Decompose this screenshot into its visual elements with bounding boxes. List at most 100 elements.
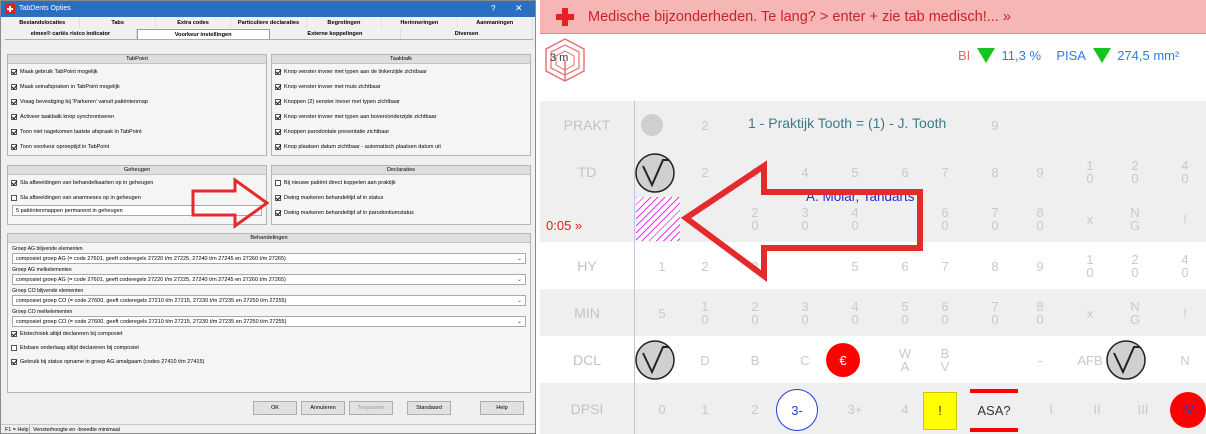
checkbox-row[interactable]: Dwing markeren behandeltijd af in status bbox=[272, 190, 530, 205]
check-root-icon[interactable] bbox=[1105, 339, 1147, 381]
tab-particuliere-declaraties[interactable]: Particuliere declaraties bbox=[231, 18, 307, 28]
tab-bestandslocaties[interactable]: Bestandslocaties bbox=[5, 18, 81, 28]
ok-button[interactable]: OK bbox=[253, 401, 297, 415]
checkbox[interactable] bbox=[275, 194, 281, 201]
tab-herinneringen[interactable]: Herinneringen bbox=[382, 18, 458, 28]
tooth-number: 10 bbox=[701, 299, 709, 327]
medical-banner[interactable]: Medische bijzonderheden. Te lang? > ente… bbox=[540, 0, 1206, 34]
checkbox[interactable] bbox=[11, 128, 17, 135]
tab-diversen[interactable]: Diversen bbox=[401, 29, 533, 39]
tab-begrotingen[interactable]: Begrotingen bbox=[307, 18, 383, 28]
checkbox-row[interactable]: Knop venster invoer met muis zichtbaar bbox=[272, 79, 530, 94]
checkbox[interactable] bbox=[11, 194, 17, 201]
tooth-number: 30 bbox=[801, 299, 809, 327]
tooth-number: x bbox=[1086, 306, 1094, 321]
help-button[interactable]: Help bbox=[480, 401, 524, 415]
checkbox-row[interactable]: Activeer taakbalk knop synchroniseren bbox=[8, 109, 266, 124]
dcl-code[interactable]: B V bbox=[920, 347, 970, 373]
checkbox[interactable] bbox=[11, 359, 17, 365]
dpsi-score[interactable]: II bbox=[1072, 403, 1122, 416]
checkbox-label: Dwing markeren behandeltijd af in status bbox=[284, 194, 384, 201]
checkbox-row[interactable]: Bij nieuwe patiënt direct koppelen aan p… bbox=[272, 175, 530, 190]
check-root-icon[interactable] bbox=[634, 152, 676, 194]
dpsi-score[interactable]: 3+ bbox=[830, 403, 880, 416]
checkbox[interactable] bbox=[275, 113, 281, 120]
dpsi-score[interactable]: III bbox=[1118, 403, 1168, 416]
checkbox-row[interactable]: Etsbare onderlaag altijd declareren bij … bbox=[8, 341, 530, 355]
checkbox[interactable] bbox=[11, 113, 17, 120]
checkbox-row[interactable]: Knop plaatsen datum zichtbaar - automati… bbox=[272, 139, 530, 154]
tooth-number: 70 bbox=[991, 205, 999, 233]
checkbox[interactable] bbox=[11, 143, 17, 150]
checkbox-label: Etsbare onderlaag altijd declareren bij … bbox=[20, 345, 139, 351]
checkbox-row[interactable]: Dwing markeren behandeltijd af in parodo… bbox=[272, 205, 530, 220]
checkbox-row[interactable]: Maak gebruik TabPoint mogelijk bbox=[8, 64, 266, 79]
checkbox[interactable] bbox=[275, 68, 281, 75]
checkbox-row[interactable]: Knop venster invoer met typen aan boven/… bbox=[272, 109, 530, 124]
checkbox-row[interactable]: Knoppen (2) venster invoer met typen zic… bbox=[272, 94, 530, 109]
close-icon[interactable]: ✕ bbox=[515, 3, 523, 14]
tab-aanmaningen[interactable]: Aanmaningen bbox=[458, 18, 533, 28]
checkbox-row[interactable]: Vraag bevestiging bij 'Parkeren' vanuit … bbox=[8, 94, 266, 109]
check-root-icon[interactable] bbox=[634, 339, 676, 381]
tooth-number: 80 bbox=[1036, 205, 1044, 233]
checkbox-row[interactable]: Etstechniek altijd declareren bij compos… bbox=[8, 327, 530, 341]
checkbox-row[interactable]: Knoppen parodontale presentatie zichtbaa… bbox=[272, 124, 530, 139]
dcl-code[interactable]: N bbox=[1160, 354, 1206, 367]
checkbox[interactable] bbox=[275, 209, 281, 216]
checkbox[interactable] bbox=[275, 98, 281, 105]
tab-tabs[interactable]: Tabs bbox=[80, 18, 156, 28]
recall-label: 3 m bbox=[550, 52, 569, 64]
checkbox[interactable] bbox=[275, 143, 281, 150]
tooth-number: 20 bbox=[1131, 252, 1139, 280]
checkbox-row[interactable]: Knop venster invoer met typen aan de lin… bbox=[272, 64, 530, 79]
checkbox[interactable] bbox=[11, 83, 17, 90]
bi-down-icon bbox=[976, 48, 995, 64]
tooth-number: 60 bbox=[941, 205, 949, 233]
checkbox[interactable] bbox=[275, 179, 281, 186]
help-icon[interactable]: ? bbox=[491, 4, 495, 13]
tab-externe-koppelingen[interactable]: Externe koppelingen bbox=[270, 29, 402, 39]
tooth-number: 20 bbox=[751, 299, 759, 327]
chevron-down-icon: ⌄ bbox=[516, 277, 522, 283]
dcl-code[interactable]: - bbox=[1015, 354, 1065, 367]
checkbox-row[interactable]: Gebruik bij status opname in groep AG am… bbox=[8, 355, 530, 369]
chevron-down-icon: ⌄ bbox=[516, 319, 522, 325]
dpsi-score[interactable]: I bbox=[1026, 403, 1076, 416]
dcl-code[interactable]: D bbox=[680, 354, 730, 367]
group-label: Groep CO blijvende elementen bbox=[12, 288, 84, 294]
checkbox-row[interactable]: Toon voorkeur oproeptijd in TabPoint bbox=[8, 139, 266, 154]
periodontal-metrics: BI 11,3 % PISA 274,5 mm² bbox=[958, 47, 1179, 67]
asa-label[interactable]: ASA? bbox=[970, 396, 1018, 426]
checkbox[interactable] bbox=[11, 68, 17, 75]
apply-button[interactable]: Toepassen bbox=[349, 401, 393, 415]
checkbox[interactable] bbox=[11, 179, 17, 186]
treatment-select[interactable]: composiet groep CO (= code 27600, geeft … bbox=[12, 316, 526, 327]
dcl-code[interactable]: B bbox=[730, 354, 780, 367]
tab-elmex[interactable]: elmex® cariës risico indicator bbox=[5, 29, 137, 39]
tooth-number: 8 bbox=[991, 259, 999, 274]
group-label: Groep AG blijvende elementen bbox=[12, 246, 83, 252]
cancel-button[interactable]: Annuleren bbox=[301, 401, 345, 415]
treatment-select[interactable]: composiet groep AG (= code 27601, geeft … bbox=[12, 274, 526, 285]
status-dot[interactable] bbox=[641, 114, 663, 136]
warning-badge[interactable]: ! bbox=[923, 392, 957, 430]
checkbox[interactable] bbox=[11, 345, 17, 351]
treatment-select[interactable]: composiet groep CO (= code 27600, geeft … bbox=[12, 295, 526, 306]
treatment-select[interactable]: composiet groep AG (= code 27601, geeft … bbox=[12, 253, 526, 264]
checkbox-row[interactable]: Maak seinafspraken in TabPoint mogelijk bbox=[8, 79, 266, 94]
tab-voorkeur-instellingen[interactable]: Voorkeur instellingen bbox=[136, 29, 270, 39]
hatched-cell[interactable] bbox=[636, 197, 680, 241]
checkbox[interactable] bbox=[11, 98, 17, 105]
tab-extra-codes[interactable]: Extra codes bbox=[156, 18, 232, 28]
checkbox[interactable] bbox=[275, 128, 281, 135]
checkbox[interactable] bbox=[11, 331, 17, 337]
tooth-number: 10 bbox=[1086, 158, 1094, 186]
checkbox[interactable] bbox=[275, 83, 281, 90]
checkbox-row[interactable]: Toon niet nagekomen laatste afspraak in … bbox=[8, 124, 266, 139]
dpsi-score[interactable]: 1 bbox=[680, 403, 730, 416]
default-button[interactable]: Standaard bbox=[407, 401, 451, 415]
checkbox-label: Toon voorkeur oproeptijd in TabPoint bbox=[20, 143, 110, 150]
declaraties-group: Declaraties Bij nieuwe patiënt direct ko… bbox=[271, 165, 531, 225]
tooth-number: 70 bbox=[991, 299, 999, 327]
